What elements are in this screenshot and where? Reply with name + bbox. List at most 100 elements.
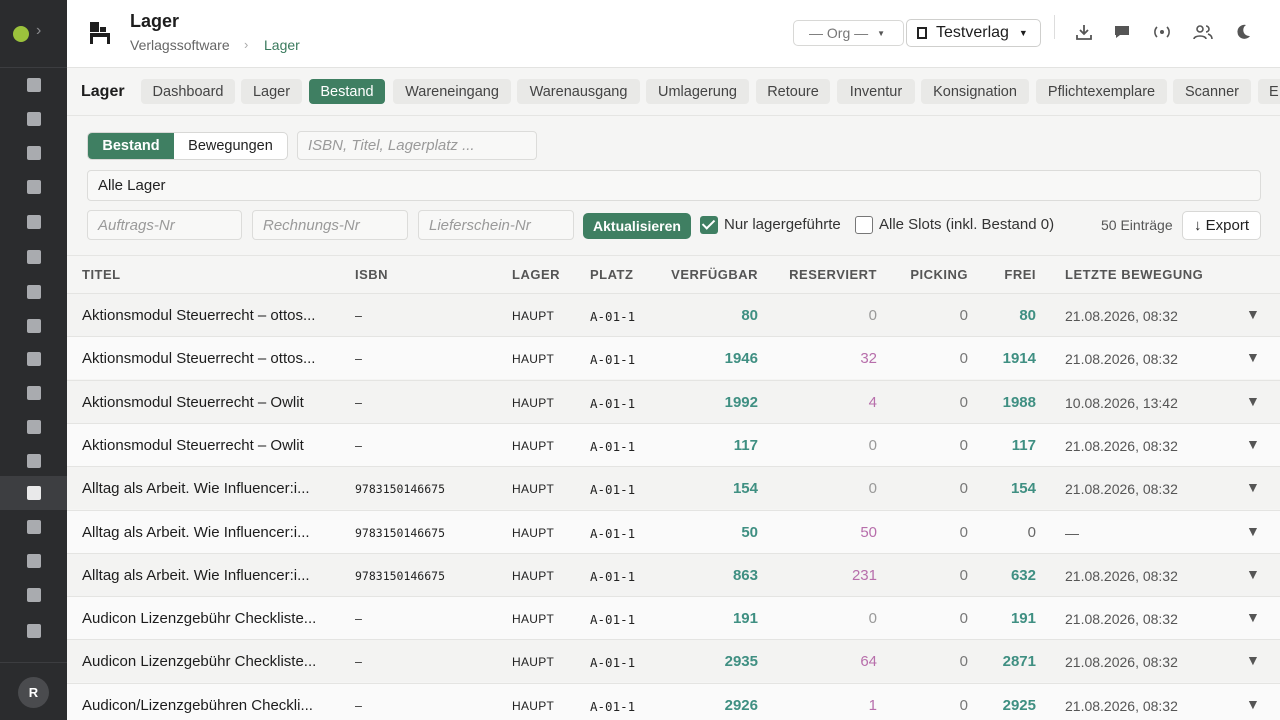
truck-icon[interactable] — [0, 240, 67, 274]
column-header-titel[interactable]: TITEL — [82, 267, 121, 282]
table-row[interactable]: Audicon Lizenzgebühr Checkliste... – HAUPT… — [67, 639, 1280, 683]
row-reserviert: 0 — [868, 307, 877, 324]
app-logo-icon[interactable] — [13, 26, 29, 42]
receipt-icon[interactable] — [0, 170, 67, 204]
rechnungs-nr-input[interactable]: Rechnungs-Nr — [252, 210, 408, 240]
moon-icon[interactable] — [1233, 22, 1253, 42]
tab-wareneingang[interactable]: Wareneingang — [393, 79, 511, 104]
lager-select[interactable]: Alle Lager — [87, 170, 1261, 201]
tab-konsignation[interactable]: Konsignation — [921, 79, 1029, 104]
music-icon-glyph — [26, 420, 41, 434]
expand-row-icon[interactable]: ▼ — [1246, 566, 1260, 582]
tab-e-truncated[interactable]: E — [1258, 79, 1280, 104]
chevron-right-icon[interactable]: › — [36, 22, 41, 40]
expand-row-icon[interactable]: ▼ — [1246, 479, 1260, 495]
briefcase-icon-glyph — [26, 112, 41, 126]
table-row[interactable]: Alltag als Arbeit. Wie Influencer:i... 97… — [67, 552, 1280, 596]
dashboard-icon[interactable] — [0, 136, 67, 170]
row-reserviert: 0 — [868, 610, 877, 628]
segment-bestand[interactable]: Bestand — [88, 133, 174, 159]
table-row[interactable]: Audicon/Lizenzgebühren Checkli... – HAUPT A… — [67, 682, 1280, 720]
feather-icon-glyph — [26, 215, 41, 229]
bag-icon[interactable] — [0, 309, 67, 343]
row-platz: A-01-1 — [590, 525, 636, 541]
document-icon[interactable] — [0, 444, 67, 478]
download-icon[interactable] — [1074, 22, 1094, 42]
alle-slots-label[interactable]: Alle Slots (inkl. Bestand 0) — [879, 216, 1054, 233]
column-header-verfuegbar[interactable]: VERFÜGBAR — [671, 267, 758, 282]
column-header-letzte-bewegung[interactable]: LETZTE BEWEGUNG — [1065, 267, 1203, 282]
row-platz: A-01-1 — [590, 568, 636, 584]
segment-bewegungen[interactable]: Bewegungen — [174, 133, 287, 159]
table-row[interactable]: Aktionsmodul Steuerrecht – Owlit – HAUPT A-… — [67, 422, 1280, 466]
sync-icon[interactable] — [0, 275, 67, 309]
tab-warenausgang[interactable]: Warenausgang — [517, 79, 640, 104]
breadcrumb-item-verlagssoftware[interactable]: Verlagssoftware — [130, 37, 230, 53]
auftrags-nr-input[interactable]: Auftrags-Nr — [87, 210, 242, 240]
expand-row-icon[interactable]: ▼ — [1246, 306, 1260, 322]
search-input[interactable]: ISBN, Titel, Lagerplatz ... — [297, 131, 537, 160]
nur-lagergefuehrte-checkbox[interactable] — [700, 216, 718, 234]
table-row[interactable]: Audicon Lizenzgebühr Checkliste... – HAUPT… — [67, 596, 1280, 640]
expand-row-icon[interactable]: ▼ — [1246, 393, 1260, 409]
warehouse-icon[interactable] — [0, 476, 67, 510]
row-verfuegbar: 117 — [733, 436, 758, 454]
expand-row-icon[interactable]: ▼ — [1246, 652, 1260, 668]
feather-icon[interactable] — [0, 205, 67, 239]
expand-row-icon[interactable]: ▼ — [1246, 609, 1260, 625]
receipt-icon-glyph — [26, 180, 41, 194]
tab-pflichtexemplare[interactable]: Pflichtexemplare — [1036, 79, 1167, 104]
alle-slots-checkbox[interactable] — [855, 216, 873, 234]
row-letzte-bewegung: 21.08.2026, 08:32 — [1065, 437, 1178, 454]
nur-lagergefuehrte-label[interactable]: Nur lagergeführte — [724, 216, 841, 233]
expand-row-icon[interactable]: ▼ — [1246, 436, 1260, 452]
tab-inventur[interactable]: Inventur — [837, 79, 915, 104]
image-icon[interactable] — [0, 68, 67, 102]
users-icon[interactable] — [1193, 22, 1213, 42]
column-header-picking[interactable]: PICKING — [910, 267, 968, 282]
table-row[interactable]: Aktionsmodul Steuerrecht – ottos... – HAUP… — [67, 336, 1280, 380]
row-platz: A-01-1 — [590, 655, 636, 671]
sync-icon-glyph — [26, 285, 41, 299]
table-row[interactable]: Aktionsmodul Steuerrecht – Owlit – HAUPT A-… — [67, 379, 1280, 423]
table-row[interactable]: Aktionsmodul Steuerrecht – ottos... – HAUP… — [67, 293, 1280, 336]
avatar[interactable]: R — [18, 677, 49, 708]
org-select[interactable]: — Org — ▼ — [793, 20, 904, 46]
tab-retoure[interactable]: Retoure — [756, 79, 830, 104]
briefcase-icon[interactable] — [0, 102, 67, 136]
tab-scanner[interactable]: Scanner — [1173, 79, 1251, 104]
expand-row-icon[interactable]: ▼ — [1246, 349, 1260, 365]
column-header-reserviert[interactable]: RESERVIERT — [789, 267, 877, 282]
chart-icon[interactable] — [0, 544, 67, 578]
row-picking: 0 — [959, 436, 968, 454]
lieferschein-nr-input[interactable]: Lieferschein-Nr — [418, 210, 574, 240]
tab-lager[interactable]: Lager — [241, 79, 302, 104]
column-header-frei[interactable]: FREI — [1004, 267, 1036, 282]
table-row[interactable]: Alltag als Arbeit. Wie Influencer:i... 97… — [67, 466, 1280, 510]
shield-icon[interactable] — [0, 614, 67, 648]
tab-umlagerung[interactable]: Umlagerung — [646, 79, 749, 104]
expand-row-icon[interactable]: ▼ — [1246, 696, 1260, 712]
tab-bestand[interactable]: Bestand — [309, 79, 385, 104]
broadcast-icon[interactable] — [1152, 22, 1172, 42]
column-header-platz[interactable]: PLATZ — [590, 267, 633, 282]
calculator-icon[interactable] — [0, 578, 67, 612]
row-lager: HAUPT — [512, 612, 555, 627]
row-title: Alltag als Arbeit. Wie Influencer:i... — [82, 566, 310, 584]
export-button[interactable]: ↓ Export — [1182, 211, 1261, 240]
megaphone-icon[interactable] — [0, 342, 67, 376]
row-frei: 0 — [1027, 523, 1036, 541]
export-icon[interactable] — [0, 510, 67, 544]
music-icon[interactable] — [0, 410, 67, 444]
verlag-select[interactable]: Testverlag ▼ — [906, 19, 1041, 47]
row-frei: 1914 — [1002, 350, 1036, 368]
table-row[interactable]: Alltag als Arbeit. Wie Influencer:i... 97… — [67, 509, 1280, 553]
video-icon[interactable] — [0, 376, 67, 410]
expand-row-icon[interactable]: ▼ — [1246, 523, 1260, 539]
column-header-isbn[interactable]: ISBN — [355, 267, 388, 282]
chat-icon[interactable] — [1112, 22, 1132, 42]
row-picking: 0 — [959, 393, 968, 411]
refresh-button[interactable]: Aktualisieren — [583, 213, 691, 239]
column-header-lager[interactable]: LAGER — [512, 267, 560, 282]
tab-dashboard[interactable]: Dashboard — [141, 79, 235, 104]
